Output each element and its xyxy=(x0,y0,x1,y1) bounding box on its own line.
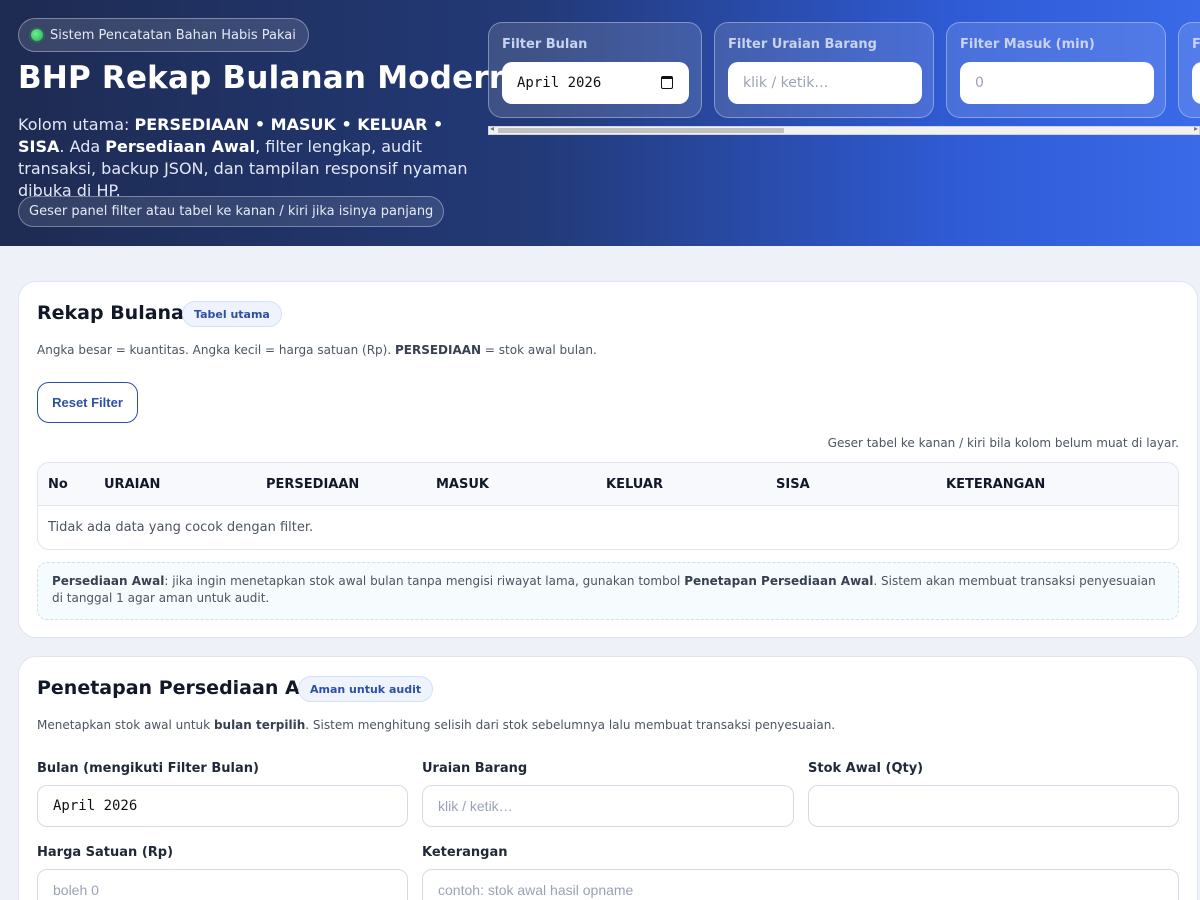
stock-field-label: Stok Awal (Qty) xyxy=(808,761,924,776)
scroll-right-icon[interactable]: ▸ xyxy=(1194,124,1198,133)
rekap-card: Rekap Bulanan Tabel utama Angka besar = … xyxy=(18,281,1198,638)
system-status-text: Sistem Pencatatan Bahan Habis Pakai xyxy=(50,27,296,43)
filter-next-input[interactable] xyxy=(1192,62,1200,104)
rekap-tag: Tabel utama xyxy=(182,301,282,327)
system-status-pill: Sistem Pencatatan Bahan Habis Pakai xyxy=(18,18,309,52)
calendar-icon[interactable] xyxy=(661,76,673,89)
column-header-sisa[interactable]: SISA xyxy=(776,477,810,492)
reset-filter-button[interactable]: Reset Filter xyxy=(37,382,138,423)
table-scroll-hint: Geser tabel ke kanan / kiri bila kolom b… xyxy=(827,436,1179,450)
scroll-left-icon[interactable]: ◂ xyxy=(490,124,494,133)
penetapan-tag: Aman untuk audit xyxy=(298,676,434,702)
column-header-masuk[interactable]: MASUK xyxy=(436,477,489,492)
note-field-label: Keterangan xyxy=(422,845,508,860)
filter-in-label: Filter Masuk (min) xyxy=(960,37,1095,52)
penetapan-description: Menetapkan stok awal untuk bulan terpili… xyxy=(37,718,836,732)
filter-scrollbar[interactable]: ◂ ▸ xyxy=(488,124,1200,135)
penetapan-title: Penetapan Persediaan Awal xyxy=(37,677,337,699)
page-description: Kolom utama: PERSEDIAAN • MASUK • KELUAR… xyxy=(18,115,468,200)
price-field-label: Harga Satuan (Rp) xyxy=(37,845,174,860)
rekap-description: Angka besar = kuantitas. Angka kecil = h… xyxy=(37,343,597,357)
column-header-persediaan[interactable]: PERSEDIAAN xyxy=(266,477,359,492)
filter-panel: Filter Bulan April 2026 Filter Uraian Ba… xyxy=(488,22,1200,118)
column-header-no[interactable]: No xyxy=(48,477,68,492)
rekap-table: No URAIAN PERSEDIAAN MASUK KELUAR SISA K… xyxy=(37,462,1179,550)
column-header-keterangan[interactable]: KETERANGAN xyxy=(946,477,1045,492)
filter-month-input[interactable]: April 2026 xyxy=(502,62,689,104)
item-field-label: Uraian Barang xyxy=(422,761,528,776)
table-header: No URAIAN PERSEDIAAN MASUK KELUAR SISA K… xyxy=(38,463,1178,506)
rekap-title: Rekap Bulanan xyxy=(37,302,198,324)
filter-item-card: Filter Uraian Barang klik / ketik… xyxy=(714,22,934,118)
note-field[interactable]: contoh: stok awal hasil opname xyxy=(422,869,1179,900)
page-title: BHP Rekap Bulanan Modern xyxy=(18,60,512,96)
item-field[interactable]: klik / ketik… xyxy=(422,785,794,827)
filter-item-input[interactable]: klik / ketik… xyxy=(728,62,922,104)
month-field[interactable]: April 2026 xyxy=(37,785,408,827)
filter-in-card: Filter Masuk (min) 0 xyxy=(946,22,1166,118)
scroll-thumb[interactable] xyxy=(498,128,784,133)
filter-next-label: F xyxy=(1192,37,1200,52)
column-header-keluar[interactable]: KELUAR xyxy=(606,477,663,492)
penetapan-card: Penetapan Persediaan Awal Aman untuk aud… xyxy=(18,656,1198,900)
scroll-hint-pill: Geser panel filter atau tabel ke kanan /… xyxy=(18,196,445,227)
filter-in-input[interactable]: 0 xyxy=(960,62,1154,104)
price-field[interactable]: boleh 0 xyxy=(37,869,408,900)
column-header-uraian[interactable]: URAIAN xyxy=(104,477,160,492)
persediaan-awal-note: Persediaan Awal: jika ingin menetapkan s… xyxy=(37,562,1179,620)
filter-item-label: Filter Uraian Barang xyxy=(728,37,877,52)
filter-month-label: Filter Bulan xyxy=(502,37,588,52)
stock-field[interactable] xyxy=(808,785,1179,827)
filter-next-card: F xyxy=(1178,22,1200,118)
month-field-label: Bulan (mengikuti Filter Bulan) xyxy=(37,761,259,776)
table-empty-message: Tidak ada data yang cocok dengan filter. xyxy=(48,520,314,535)
page-header: Sistem Pencatatan Bahan Habis Pakai BHP … xyxy=(0,0,1200,246)
filter-month-card: Filter Bulan April 2026 xyxy=(488,22,702,118)
status-dot-icon xyxy=(31,29,43,41)
